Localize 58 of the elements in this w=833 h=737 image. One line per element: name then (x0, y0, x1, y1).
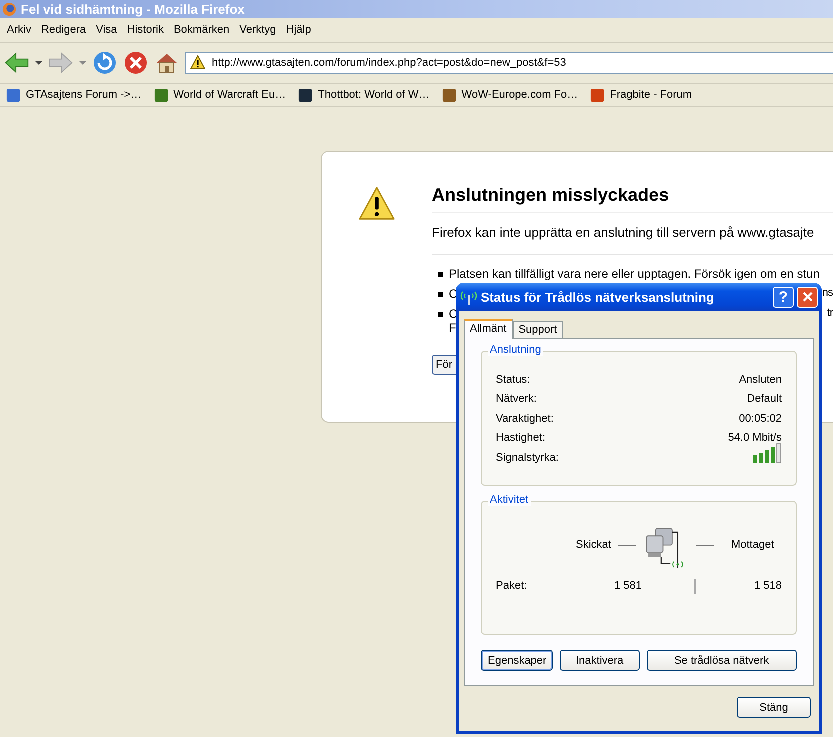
bullet-text: Platsen kan tillfälligt vara nere eller upptagen. Försök igen om en stun (449, 267, 820, 281)
packets-received: 1 518 (754, 580, 782, 592)
address-field[interactable]: http://www.gtasajten.com/forum/index.php?act=post&do=new_post&f=53 (185, 52, 833, 74)
bullet-text: F (449, 321, 458, 335)
bullet-icon (438, 312, 443, 317)
bookmark-link[interactable]: GTAsajtens Forum ->… (26, 89, 142, 101)
help-button[interactable]: ? (773, 286, 794, 308)
field-value: 54.0 Mbit/s (728, 432, 782, 444)
field-value: Default (747, 393, 782, 405)
field-label: Status: (496, 374, 530, 386)
window-title: Fel vid sidhämtning - Mozilla Firefox (21, 2, 245, 16)
error-message: Firefox kan inte upprätta en anslutning till servern på www.gtasajte (432, 225, 833, 255)
bullet-text: tr (827, 307, 833, 319)
retry-button[interactable]: För (432, 355, 456, 375)
menu-item[interactable]: Hjälp (281, 24, 316, 36)
menu-item[interactable]: Verktyg (234, 24, 282, 36)
menu-item[interactable]: Historik (122, 24, 169, 36)
warning-icon (358, 185, 396, 223)
bookmark-link[interactable]: Thottbot: World of W… (318, 89, 430, 101)
warning-icon (190, 55, 206, 71)
received-label: Mottaget (731, 539, 774, 551)
packets-sent: 1 581 (613, 580, 642, 592)
back-arrow-icon[interactable] (4, 51, 30, 75)
group-title: Anslutning (488, 344, 544, 356)
bookmark-link[interactable]: Fragbite - Forum (610, 89, 692, 101)
signal-strength-icon (752, 442, 782, 464)
group-title: Aktivitet (488, 494, 531, 506)
bullet-text: ns (822, 287, 833, 299)
bookmark-link[interactable]: World of Warcraft Eu… (174, 89, 286, 101)
dialog-button[interactable]: Se trådlösa nätverk (646, 650, 797, 671)
dropdown-icon[interactable] (35, 60, 43, 66)
field-value: Ansluten (739, 374, 782, 386)
bookmark-link[interactable]: WoW-Europe.com Fo… (462, 89, 578, 101)
stop-icon[interactable] (123, 51, 149, 75)
reload-icon[interactable] (92, 51, 118, 75)
field-value: 00:05:02 (739, 412, 782, 424)
sent-label: Skickat (576, 539, 612, 551)
tab[interactable]: Allmänt (464, 319, 513, 339)
close-icon (802, 291, 814, 303)
bullet-icon (438, 292, 443, 297)
menu-item[interactable]: Visa (91, 24, 122, 36)
packets-label: Paket: (496, 580, 528, 592)
dialog-title: Status för Trådlös nätverksanslutning (481, 290, 716, 304)
tab[interactable]: Support (512, 321, 564, 338)
menu-item[interactable]: Arkiv (2, 24, 36, 36)
close-button[interactable] (797, 286, 818, 308)
dialog-button[interactable]: Inaktivera (560, 650, 640, 671)
antenna-icon (460, 289, 478, 305)
properties-button[interactable]: Egenskaper (481, 650, 553, 671)
field-label: Signalstyrka: (496, 452, 559, 464)
menu-item[interactable]: Redigera (36, 24, 92, 36)
field-label: Varaktighet: (496, 412, 554, 424)
error-title: Anslutningen misslyckades (432, 185, 833, 213)
bullet-icon (438, 272, 443, 277)
menu-item[interactable]: Bokmärken (168, 24, 235, 36)
close-dialog-button[interactable]: Stäng (737, 697, 811, 718)
field-label: Hastighet: (496, 432, 546, 444)
field-label: Nätverk: (496, 393, 537, 405)
